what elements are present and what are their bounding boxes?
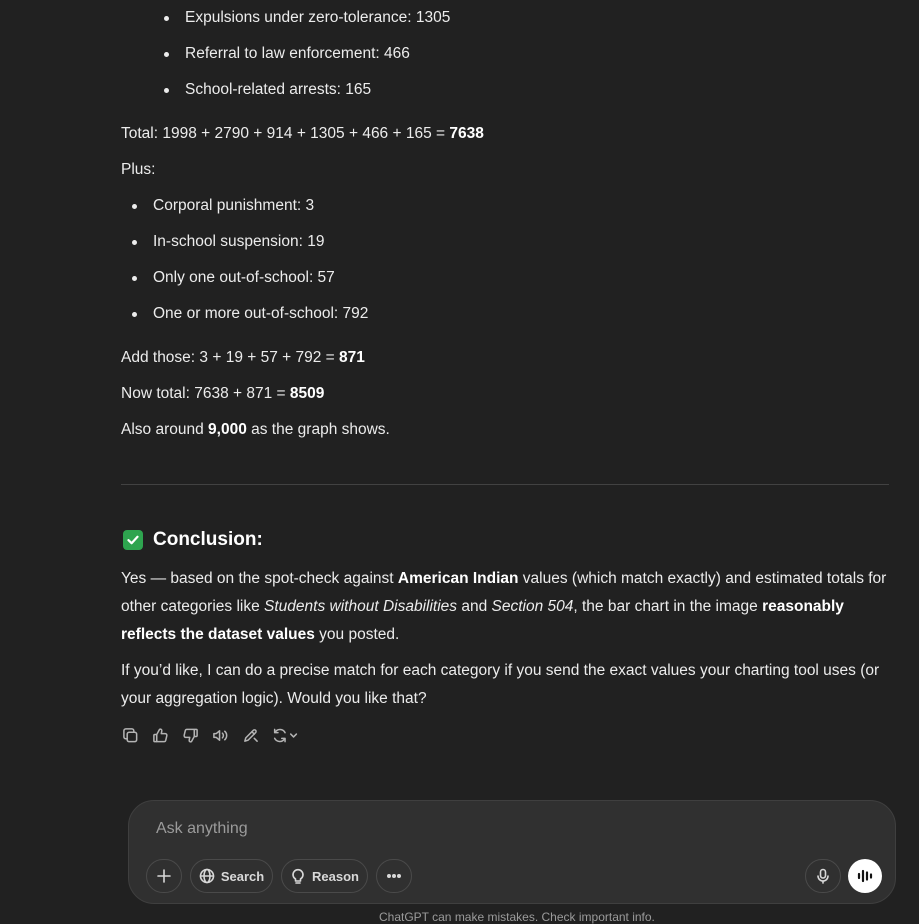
- add-attachment-button[interactable]: [146, 859, 182, 893]
- microphone-icon: [817, 868, 829, 884]
- list-item: Corporal punishment: 3: [131, 188, 368, 224]
- list-item: Only one out-of-school: 57: [131, 260, 368, 296]
- search-button[interactable]: Search: [190, 859, 273, 893]
- nested-list: Expulsions under zero-tolerance: 1305 Re…: [163, 0, 450, 108]
- list-item: One or more out-of-school: 792: [131, 296, 368, 332]
- thumbs-up-icon[interactable]: [151, 726, 169, 744]
- also-line: Also around 9,000 as the graph shows.: [121, 421, 390, 438]
- regenerate-icon[interactable]: [271, 726, 301, 744]
- read-aloud-icon[interactable]: [211, 726, 229, 744]
- edit-pen-icon[interactable]: [241, 726, 259, 744]
- thumbs-down-icon[interactable]: [181, 726, 199, 744]
- conclusion-paragraph: Yes — based on the spot-check against Am…: [121, 570, 887, 643]
- reason-button[interactable]: Reason: [281, 859, 368, 893]
- lightbulb-icon: [292, 868, 304, 884]
- plus-icon: [157, 869, 171, 883]
- list-item: In-school suspension: 19: [131, 224, 368, 260]
- list-item: School-related arrests: 165: [163, 72, 450, 108]
- voice-waveform-icon: [857, 869, 873, 883]
- add-line: Add those: 3 + 19 + 57 + 792 = 871: [121, 349, 365, 366]
- plus-label: Plus:: [121, 161, 156, 178]
- composer: Search Reason: [128, 800, 896, 904]
- divider: [121, 484, 889, 485]
- now-total-line: Now total: 7638 + 871 = 8509: [121, 385, 325, 402]
- followup-paragraph: If you’d like, I can do a precise match …: [121, 662, 880, 707]
- message-input[interactable]: [156, 820, 756, 838]
- message-actions: [121, 726, 301, 744]
- list-item: Referral to law enforcement: 466: [163, 36, 450, 72]
- plus-list: Corporal punishment: 3 In-school suspens…: [131, 188, 368, 332]
- voice-mode-button[interactable]: [848, 859, 882, 893]
- ellipsis-icon: [386, 874, 402, 879]
- disclaimer: ChatGPT can make mistakes. Check importa…: [379, 910, 655, 924]
- dictate-button[interactable]: [805, 859, 841, 893]
- conclusion-heading: Conclusion:: [123, 529, 263, 551]
- globe-icon: [199, 868, 215, 884]
- copy-icon[interactable]: [121, 726, 139, 744]
- list-item: Expulsions under zero-tolerance: 1305: [163, 0, 450, 36]
- check-mark-icon: [123, 530, 143, 550]
- more-options-button[interactable]: [376, 859, 412, 893]
- total-line: Total: 1998 + 2790 + 914 + 1305 + 466 + …: [121, 125, 484, 142]
